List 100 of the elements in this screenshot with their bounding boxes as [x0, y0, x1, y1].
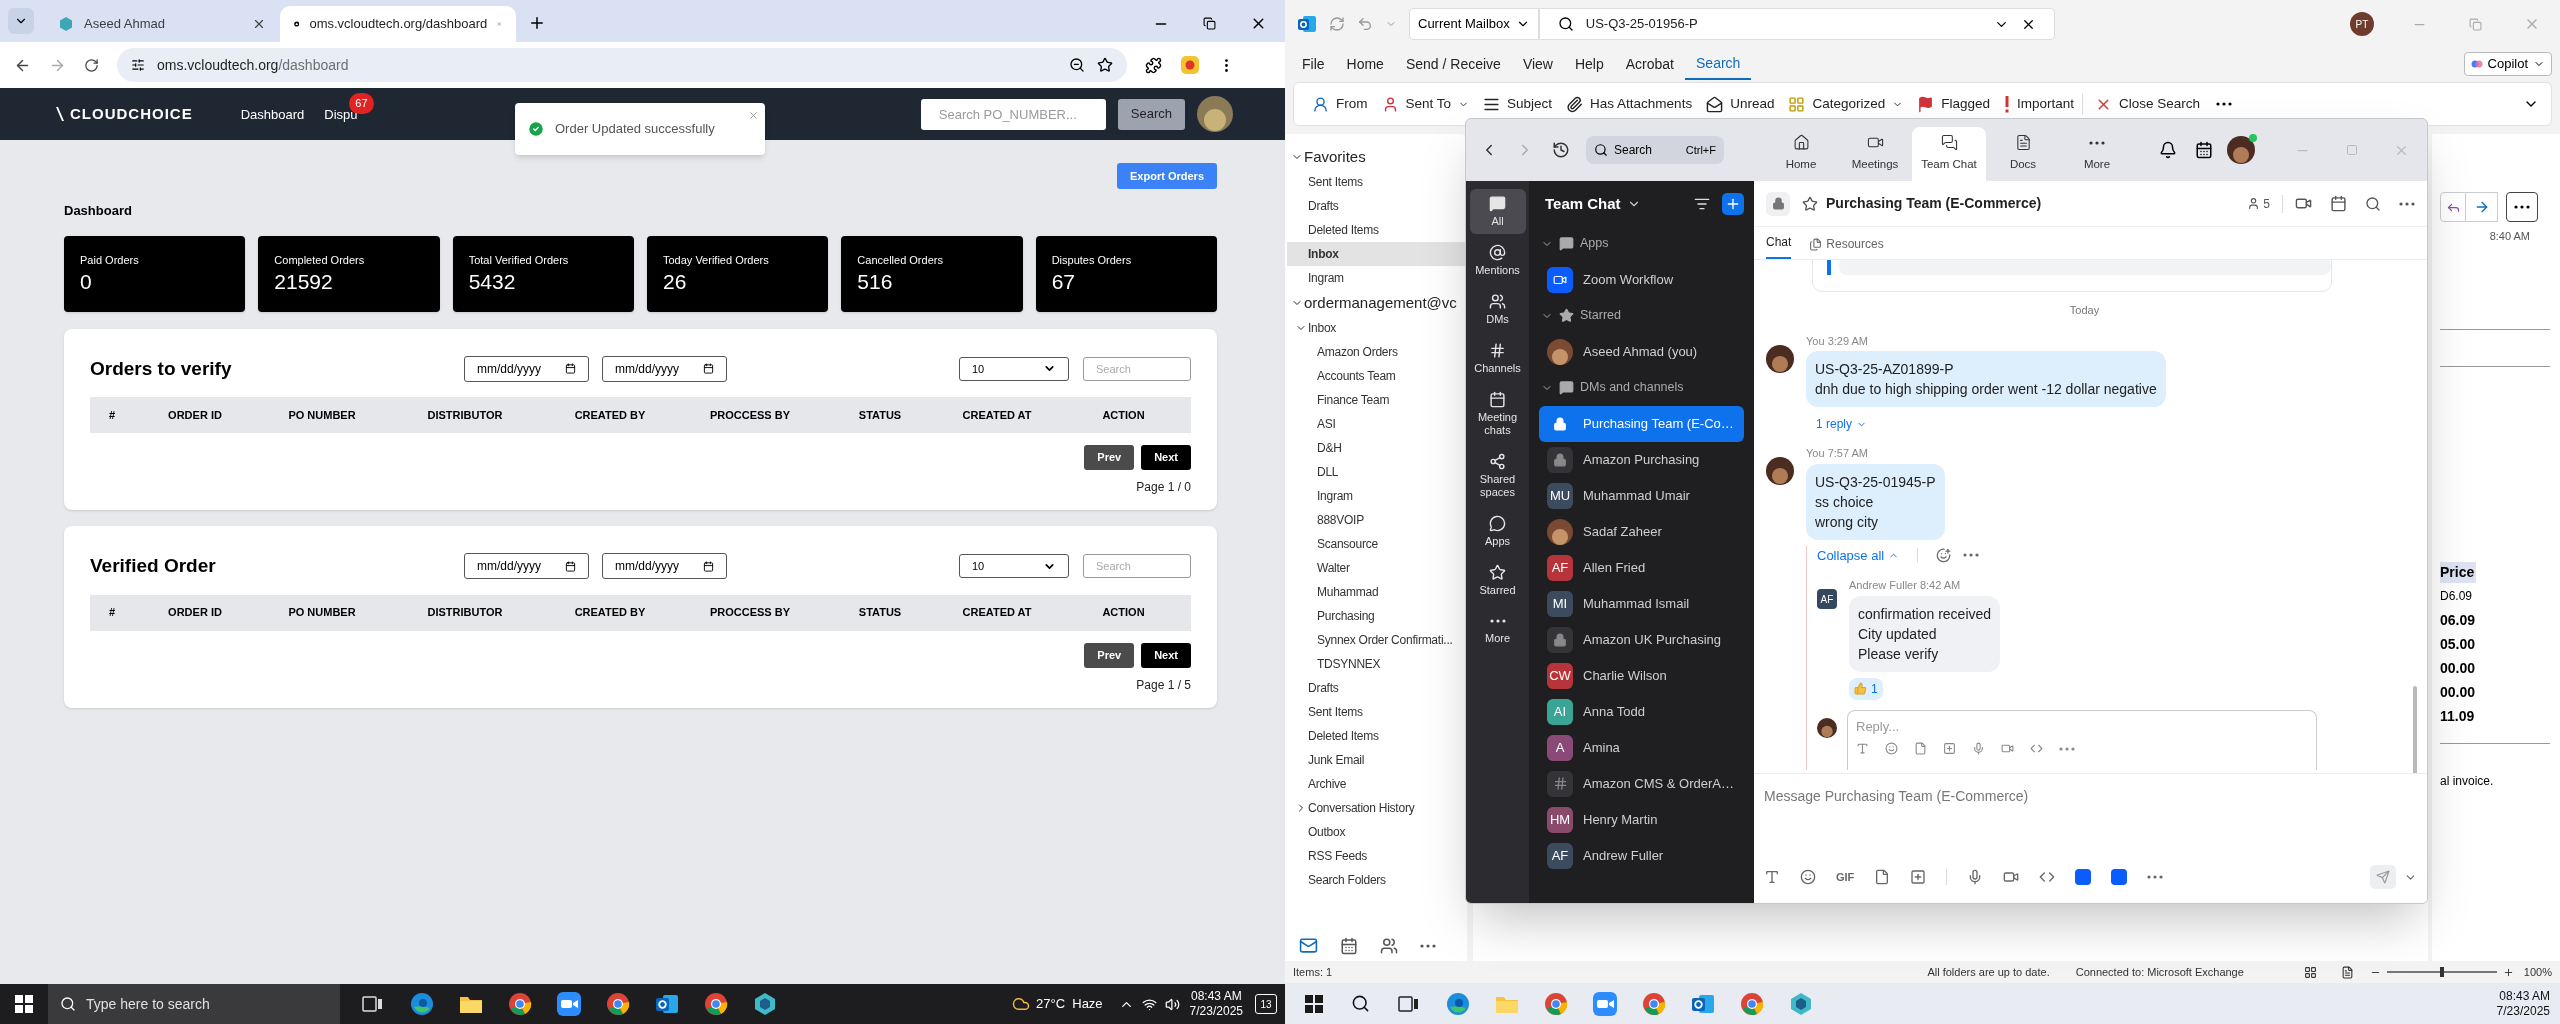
folder-item[interactable]: Deleted Items [1287, 218, 1467, 242]
chat-tab[interactable]: Chat [1766, 233, 1792, 259]
folder-item[interactable]: Amazon Orders [1287, 340, 1467, 364]
camera-icon[interactable] [2003, 869, 2020, 885]
rail-item[interactable]: Starred [1469, 558, 1526, 603]
text-format-icon[interactable] [1856, 742, 1869, 755]
emoji-icon[interactable] [1800, 869, 1816, 885]
chat-tab[interactable]: Resources [1809, 235, 1884, 259]
bell-icon[interactable] [2159, 141, 2177, 159]
prev-button[interactable]: Prev [1084, 445, 1135, 470]
gif-button[interactable]: GIF [1836, 868, 1855, 886]
sync-icon[interactable] [1329, 16, 1345, 32]
date-field[interactable]: mm/dd/yyyy [602, 553, 727, 580]
ribbon-button[interactable]: Subject [1477, 93, 1559, 115]
folder-item[interactable]: ASI [1287, 412, 1467, 436]
emoji-icon[interactable] [1885, 742, 1898, 755]
network-icon[interactable] [1141, 996, 1157, 1012]
taskbar-search-field[interactable]: Type here to search [48, 984, 340, 1024]
menu-tab[interactable]: Send / Receive [1394, 49, 1512, 79]
send-button[interactable] [2370, 865, 2396, 889]
tab-search-button[interactable] [8, 8, 34, 34]
search-field[interactable]: Search Ctrl+F [1586, 136, 1724, 164]
chat-list-item[interactable]: Zoom Workflow [1539, 261, 1744, 298]
ribbon-button[interactable]: Unread [1700, 93, 1781, 115]
bookmark-icon[interactable] [1097, 57, 1113, 73]
new-chat-button[interactable] [1722, 193, 1744, 216]
code-icon[interactable] [2030, 742, 2043, 755]
chat-list-item[interactable]: MU Muhammad Umair [1539, 477, 1744, 514]
microphone-icon[interactable] [1972, 742, 1985, 755]
volume-icon[interactable] [1164, 996, 1180, 1012]
folder-item[interactable]: TDSYNNEX [1287, 652, 1467, 676]
notification-badge[interactable]: 13 [1255, 994, 1277, 1014]
menu-tab[interactable]: Help [1563, 49, 1615, 79]
app-icon[interactable] [1788, 991, 1813, 1016]
chat-list-item[interactable]: Amazon Purchasing [1539, 441, 1744, 478]
browser-icon[interactable] [507, 992, 532, 1016]
windows-icon[interactable] [15, 995, 33, 1013]
scrollbar[interactable] [2413, 686, 2417, 773]
browser-tab[interactable]: Aseed Ahmad [44, 6, 280, 42]
app-icon[interactable] [2075, 869, 2092, 885]
reply-box[interactable]: Reply... [1847, 709, 2317, 770]
calendar-icon[interactable] [2195, 141, 2213, 159]
calendar-icon[interactable] [703, 363, 714, 375]
more-icon[interactable] [2216, 102, 2233, 106]
star-icon[interactable] [1802, 195, 1818, 212]
menu-tab[interactable]: Home [1335, 49, 1395, 79]
chat-list-item[interactable]: AF Allen Fried [1539, 549, 1744, 586]
mailbox-scope-dropdown[interactable]: Current Mailbox [1409, 8, 1539, 40]
next-button[interactable]: Next [1141, 445, 1191, 470]
file-icon[interactable] [1874, 869, 1891, 885]
folder-item[interactable]: Sent Items [1287, 170, 1467, 194]
task-view-icon[interactable] [1397, 993, 1420, 1014]
zoom-out-icon[interactable] [1069, 57, 1085, 73]
screenshot-icon[interactable] [1943, 742, 1956, 755]
ribbon-button[interactable]: From [1306, 93, 1374, 115]
search-field[interactable]: US-Q3-25-01956-P [1538, 8, 2055, 40]
ribbon-button[interactable]: Close Search [2082, 93, 2207, 115]
screenshot-icon[interactable] [1910, 869, 1927, 885]
extension-icon[interactable] [1180, 55, 1200, 75]
folder-item[interactable]: Archive [1287, 772, 1467, 796]
search-button[interactable]: Search [1117, 98, 1185, 130]
page-size-select[interactable]: 10 [959, 554, 1069, 579]
calendar-icon[interactable] [703, 560, 714, 572]
next-button[interactable]: Next [1141, 642, 1191, 668]
search-field[interactable]: Search PO_NUMBER... [920, 98, 1106, 130]
rail-item[interactable]: Channels [1469, 336, 1526, 381]
ribbon-button[interactable]: Flagged [1911, 93, 1996, 115]
history-icon[interactable] [1552, 141, 1570, 159]
rail-item[interactable]: More [1469, 607, 1526, 651]
chat-list-item[interactable]: MI Muhammad Ismail [1539, 585, 1744, 622]
chat-list-item[interactable]: A Amina [1539, 729, 1744, 766]
date-field[interactable]: mm/dd/yyyy [464, 553, 589, 580]
nav-tab[interactable]: Docs [1986, 127, 2060, 181]
folder-item[interactable]: DLL [1287, 460, 1467, 484]
site-settings-icon[interactable] [131, 58, 145, 72]
search-icon[interactable] [1351, 994, 1370, 1013]
chat-list-item[interactable]: Purchasing Team (E-Co… [1539, 405, 1744, 442]
zoom-in-icon[interactable] [2502, 966, 2514, 978]
browser-icon[interactable] [409, 992, 434, 1016]
folder-item[interactable]: Inbox [1287, 316, 1467, 340]
copilot-button[interactable]: Copilot [2463, 52, 2552, 76]
folder-item[interactable]: Ingram [1287, 484, 1467, 508]
folder-item[interactable]: Finance Team [1287, 388, 1467, 412]
rail-item[interactable]: DMs [1469, 287, 1526, 332]
browser-icon[interactable] [605, 992, 630, 1016]
mail-app-icon[interactable] [654, 992, 679, 1016]
chat-list-item[interactable]: AI Anna Todd [1539, 693, 1744, 730]
more-button[interactable] [2506, 192, 2538, 222]
menu-tab[interactable]: Search [1685, 48, 1752, 80]
folder-item[interactable]: Favorites [1287, 144, 1467, 170]
more-icon[interactable] [2399, 201, 2415, 206]
folder-item[interactable]: RSS Feeds [1287, 844, 1467, 868]
chat-list-item[interactable]: Aseed Ahmad (you) [1539, 333, 1744, 370]
file-icon[interactable] [1914, 742, 1927, 755]
page-size-select[interactable]: 10 [959, 356, 1069, 381]
folder-item[interactable]: Inbox [1287, 242, 1467, 266]
code-icon[interactable] [2039, 869, 2056, 885]
reply-field[interactable]: Reply... [1856, 716, 2308, 736]
user-avatar[interactable]: PT [2350, 12, 2374, 36]
reply-button[interactable] [2440, 192, 2466, 222]
